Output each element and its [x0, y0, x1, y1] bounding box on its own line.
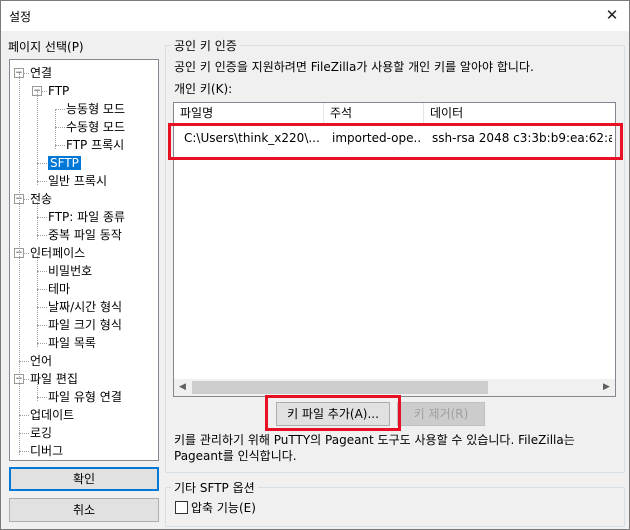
- close-icon[interactable]: ✕: [601, 4, 623, 26]
- window-title: 설정: [9, 10, 32, 24]
- scroll-left-icon[interactable]: ◀: [174, 379, 191, 396]
- scroll-right-icon[interactable]: ▶: [598, 379, 615, 396]
- tree-item-6[interactable]: SFTP: [48, 155, 81, 171]
- column-header-filename[interactable]: 파일명: [174, 103, 324, 124]
- tree-item-label: 파일 목록: [48, 336, 96, 350]
- tree-item-label: 파일 유형 연결: [48, 390, 122, 404]
- cancel-button[interactable]: 취소: [9, 498, 159, 522]
- page-tree[interactable]: 연결 − FTP − 능동형 모드 수동형 모드 FTP 프록시 SFTP 일반 프록시 전송 − F…: [9, 59, 159, 461]
- tree-connector: [37, 199, 38, 239]
- highlight-key-row: [168, 123, 623, 160]
- remove-key-button[interactable]: 키 제거(R): [397, 402, 485, 426]
- tree-item-label: 디버그: [30, 444, 64, 458]
- tree-connector: [55, 109, 65, 110]
- tree-connector: [19, 415, 29, 416]
- tree-item-label: 비밀번호: [48, 264, 93, 278]
- compression-label[interactable]: 압축 기능(E): [191, 499, 256, 516]
- tree-item-3[interactable]: 능동형 모드: [66, 101, 125, 117]
- tree-item-label: 파일 크기 형식: [48, 318, 122, 332]
- tree-item-16[interactable]: 파일 목록: [48, 335, 96, 351]
- tree-connector: [37, 271, 47, 272]
- tree-connector: [37, 253, 38, 347]
- tree-item-14[interactable]: 날짜/시간 형식: [48, 299, 122, 315]
- tree-connector: [37, 217, 47, 218]
- pubkey-group-title: 공인 키 인증: [171, 37, 240, 54]
- pageant-note: 키를 관리하기 위해 PuTTY의 Pageant 도구도 사용할 수 있습니다…: [174, 433, 575, 463]
- tree-item-8[interactable]: 전송: [30, 191, 52, 207]
- tree-item-label: FTP: 파일 종류: [48, 210, 126, 224]
- tree-connector: [37, 397, 47, 398]
- ok-button[interactable]: 확인: [9, 467, 159, 491]
- tree-item-label: 연결: [30, 66, 53, 80]
- tree-item-label: 언어: [30, 354, 53, 368]
- tree-connector: [37, 163, 47, 164]
- tree-connector: [37, 325, 47, 326]
- tree-connector: [37, 235, 47, 236]
- tree-item-11[interactable]: 인터페이스: [30, 245, 85, 261]
- other-sftp-group-title: 기타 SFTP 옵션: [171, 479, 258, 496]
- tree-item-label: 일반 프록시: [48, 174, 108, 188]
- tree-item-20[interactable]: 업데이트: [30, 407, 74, 423]
- tree-connector: [37, 181, 47, 182]
- column-header-data[interactable]: 데이터: [424, 103, 615, 124]
- column-header-comment[interactable]: 주석: [324, 103, 424, 124]
- tree-connector: [37, 289, 47, 290]
- tree-item-12[interactable]: 비밀번호: [48, 263, 92, 279]
- pubkey-description: 공인 키 인증을 지원하려면 FileZilla가 사용할 개인 키를 알아야 …: [174, 60, 534, 74]
- private-keys-label: 개인 키(K):: [174, 82, 233, 96]
- tree-connector: [19, 433, 29, 434]
- tree-item-label: SFTP: [48, 156, 81, 170]
- tree-connector: [55, 127, 65, 128]
- tree-item-22[interactable]: 디버그: [30, 443, 63, 459]
- scroll-thumb[interactable]: [192, 381, 488, 394]
- horizontal-scrollbar[interactable]: ◀ ▶: [174, 379, 615, 396]
- tree-connector: [19, 73, 20, 455]
- tree-connector: [55, 109, 56, 149]
- compression-checkbox[interactable]: [175, 501, 188, 514]
- tree-item-7[interactable]: 일반 프록시: [48, 173, 107, 189]
- tree-item-13[interactable]: 테마: [48, 281, 70, 297]
- tree-connector: [37, 307, 47, 308]
- settings-window: 설정 ✕ 페이지 선택(P) 연결 − FTP − 능동형 모드 수동형 모드 FTP 프록…: [0, 0, 630, 530]
- tree-item-9[interactable]: FTP: 파일 종류: [48, 209, 125, 225]
- tree-item-label: 전송: [30, 192, 53, 206]
- tree-connector: [37, 379, 38, 401]
- tree-item-label: 테마: [48, 282, 71, 296]
- tree-item-label: 인터페이스: [30, 246, 86, 260]
- tree-item-label: FTP 프록시: [66, 138, 125, 152]
- tree-item-1[interactable]: 연결: [30, 65, 52, 81]
- tree-item-19[interactable]: 파일 유형 연결: [48, 389, 122, 405]
- tree-item-15[interactable]: 파일 크기 형식: [48, 317, 122, 333]
- tree-item-label: 로깅: [30, 426, 53, 440]
- tree-item-label: 수동형 모드: [66, 120, 126, 134]
- tree-connector: [37, 91, 38, 185]
- tree-connector: [37, 343, 47, 344]
- tree-item-label: 날짜/시간 형식: [48, 300, 123, 314]
- tree-item-10[interactable]: 중복 파일 동작: [48, 227, 122, 243]
- tree-connector: [55, 145, 65, 146]
- highlight-add-button: [265, 395, 401, 431]
- tree-item-4[interactable]: 수동형 모드: [66, 119, 125, 135]
- tree-connector: [19, 451, 29, 452]
- tree-item-label: 업데이트: [30, 408, 75, 422]
- tree-item-5[interactable]: FTP 프록시: [66, 137, 124, 153]
- tree-item-label: FTP: [48, 84, 70, 98]
- tree-item-17[interactable]: 언어: [30, 353, 52, 369]
- title-bar: 설정 ✕: [1, 1, 629, 31]
- tree-item-21[interactable]: 로깅: [30, 425, 52, 441]
- page-select-label: 페이지 선택(P): [8, 40, 84, 54]
- tree-item-label: 중복 파일 동작: [48, 228, 122, 242]
- tree-item-2[interactable]: FTP: [48, 83, 69, 99]
- tree-connector: [19, 361, 29, 362]
- tree-item-label: 능동형 모드: [66, 102, 126, 116]
